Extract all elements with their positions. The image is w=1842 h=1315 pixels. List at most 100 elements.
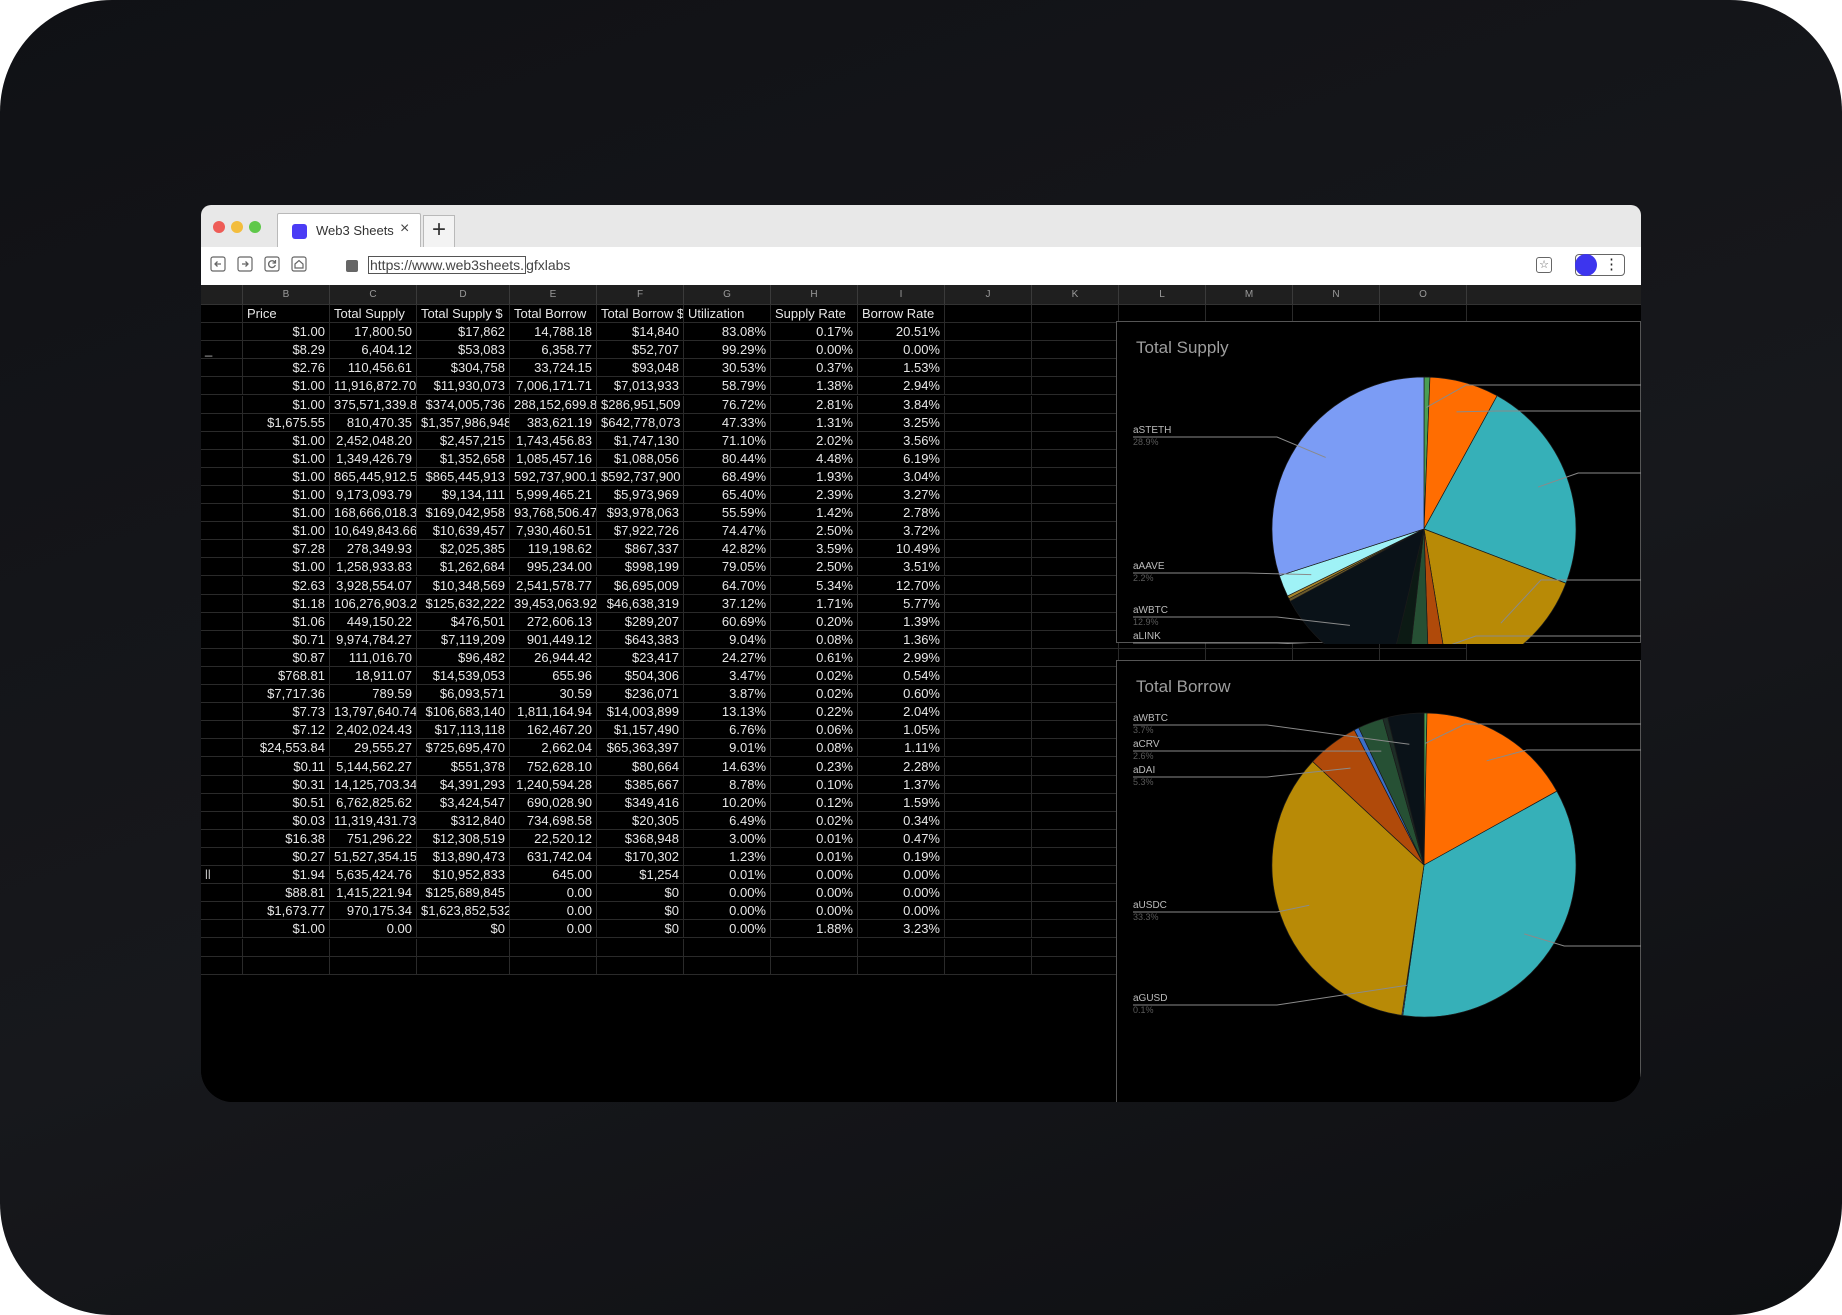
column-title-cell[interactable]: Supply Rate <box>771 305 858 324</box>
table-cell[interactable]: $1,254 <box>597 866 684 885</box>
empty-cell[interactable] <box>945 630 1032 649</box>
empty-cell[interactable] <box>945 739 1032 758</box>
table-cell[interactable]: 10,649,843.66 <box>330 522 417 541</box>
table-cell[interactable]: 10.20% <box>684 793 771 812</box>
table-cell[interactable]: 0.00% <box>858 902 945 921</box>
table-cell[interactable]: $88.81 <box>243 884 330 903</box>
table-cell[interactable]: $0.87 <box>243 648 330 667</box>
table-cell[interactable]: 3.87% <box>684 685 771 704</box>
tab-close-icon[interactable]: × <box>400 220 409 238</box>
table-cell[interactable]: 0.10% <box>771 775 858 794</box>
table-cell[interactable]: 11,319,431.73 <box>330 811 417 830</box>
row-gutter[interactable] <box>201 576 243 595</box>
table-cell[interactable]: 631,742.04 <box>510 848 597 867</box>
row-gutter[interactable] <box>201 558 243 577</box>
row-gutter[interactable] <box>201 902 243 921</box>
table-cell[interactable]: 47.33% <box>684 413 771 432</box>
table-cell[interactable]: 272,606.13 <box>510 612 597 631</box>
table-cell[interactable]: 3.00% <box>684 829 771 848</box>
empty-cell[interactable] <box>1032 667 1119 686</box>
table-cell[interactable] <box>417 956 510 975</box>
table-cell[interactable]: 1,085,457.16 <box>510 449 597 468</box>
table-cell[interactable]: 3.59% <box>771 540 858 559</box>
table-cell[interactable]: $11,930,073 <box>417 377 510 396</box>
empty-cell[interactable] <box>945 413 1032 432</box>
empty-cell[interactable] <box>945 866 1032 885</box>
table-cell[interactable]: $768.81 <box>243 667 330 686</box>
row-gutter[interactable]: ll <box>201 866 243 885</box>
table-cell[interactable]: 1.59% <box>858 793 945 812</box>
column-title-cell[interactable]: Utilization <box>684 305 771 324</box>
table-cell[interactable]: $1,357,986,948 <box>417 413 510 432</box>
table-cell[interactable]: 0.02% <box>771 685 858 704</box>
tab-web3-sheets[interactable]: Web3 Sheets × <box>277 213 421 247</box>
table-cell[interactable]: 0.12% <box>771 793 858 812</box>
table-cell[interactable] <box>597 938 684 957</box>
empty-cell[interactable] <box>1032 956 1119 975</box>
menu-kebab-icon[interactable]: ⋮ <box>1604 256 1619 274</box>
table-cell[interactable]: 2.99% <box>858 648 945 667</box>
empty-cell[interactable] <box>945 811 1032 830</box>
empty-cell[interactable] <box>945 540 1032 559</box>
table-cell[interactable]: 14.63% <box>684 757 771 776</box>
table-cell[interactable]: $1,088,056 <box>597 449 684 468</box>
table-cell[interactable]: 2,402,024.43 <box>330 721 417 740</box>
table-cell[interactable]: 1.11% <box>858 739 945 758</box>
table-cell[interactable]: 1.53% <box>858 359 945 378</box>
empty-cell[interactable] <box>945 522 1032 541</box>
table-cell[interactable]: $14,003,899 <box>597 703 684 722</box>
table-cell[interactable]: $551,378 <box>417 757 510 776</box>
empty-cell[interactable] <box>945 793 1032 812</box>
table-cell[interactable]: $304,758 <box>417 359 510 378</box>
column-header-o[interactable]: O <box>1380 285 1467 304</box>
empty-cell[interactable] <box>1032 413 1119 432</box>
table-cell[interactable]: 1,811,164.94 <box>510 703 597 722</box>
table-cell[interactable]: $170,302 <box>597 848 684 867</box>
empty-cell[interactable] <box>945 576 1032 595</box>
table-cell[interactable]: $4,391,293 <box>417 775 510 794</box>
table-cell[interactable]: 1.05% <box>858 721 945 740</box>
row-gutter[interactable] <box>201 956 243 975</box>
table-cell[interactable]: 6.19% <box>858 449 945 468</box>
empty-cell[interactable] <box>1032 540 1119 559</box>
table-cell[interactable]: 6,358.77 <box>510 341 597 360</box>
empty-cell[interactable] <box>1032 305 1119 324</box>
table-cell[interactable]: $3,424,547 <box>417 793 510 812</box>
table-cell[interactable]: $1.00 <box>243 920 330 939</box>
table-cell[interactable]: $7.28 <box>243 540 330 559</box>
table-cell[interactable]: 106,276,903.27 <box>330 594 417 613</box>
column-header-b[interactable]: B <box>243 285 330 304</box>
empty-cell[interactable] <box>945 648 1032 667</box>
row-gutter[interactable] <box>201 920 243 939</box>
table-cell[interactable] <box>243 938 330 957</box>
table-cell[interactable]: $0 <box>597 902 684 921</box>
table-cell[interactable] <box>330 956 417 975</box>
table-cell[interactable]: $368,948 <box>597 829 684 848</box>
table-cell[interactable]: $374,005,736 <box>417 395 510 414</box>
table-cell[interactable]: 0.37% <box>771 359 858 378</box>
table-cell[interactable]: $2.76 <box>243 359 330 378</box>
table-cell[interactable]: 1.38% <box>771 377 858 396</box>
table-cell[interactable]: $96,482 <box>417 648 510 667</box>
table-cell[interactable]: 449,150.22 <box>330 612 417 631</box>
table-cell[interactable]: $1,352,658 <box>417 449 510 468</box>
table-cell[interactable]: 7,930,460.51 <box>510 522 597 541</box>
table-cell[interactable]: $1.00 <box>243 431 330 450</box>
empty-cell[interactable] <box>945 395 1032 414</box>
table-cell[interactable]: $1.00 <box>243 449 330 468</box>
table-cell[interactable]: $7,717.36 <box>243 685 330 704</box>
table-cell[interactable]: 0.06% <box>771 721 858 740</box>
table-cell[interactable]: 68.49% <box>684 467 771 486</box>
table-cell[interactable]: $476,501 <box>417 612 510 631</box>
row-gutter[interactable] <box>201 703 243 722</box>
table-cell[interactable]: 0.00% <box>684 902 771 921</box>
table-cell[interactable]: 2.50% <box>771 522 858 541</box>
empty-cell[interactable] <box>1032 829 1119 848</box>
table-cell[interactable]: 71.10% <box>684 431 771 450</box>
row-gutter[interactable] <box>201 739 243 758</box>
table-cell[interactable]: 0.00 <box>510 920 597 939</box>
table-cell[interactable]: 3.51% <box>858 558 945 577</box>
empty-cell[interactable] <box>945 938 1032 957</box>
empty-cell[interactable] <box>945 341 1032 360</box>
table-cell[interactable]: 10.49% <box>858 540 945 559</box>
